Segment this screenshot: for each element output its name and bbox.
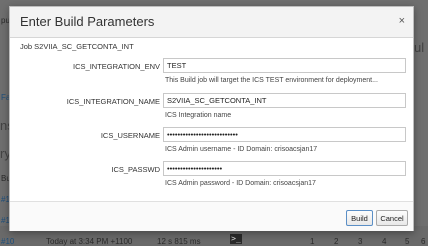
password-input[interactable]: ••••••••••••••••••••• bbox=[163, 161, 406, 176]
close-icon[interactable]: × bbox=[399, 15, 405, 27]
integration-env-hint: This Build job will target the ICS TEST … bbox=[165, 77, 378, 84]
background-build-row: #10 bbox=[1, 237, 15, 246]
cancel-button[interactable]: Cancel bbox=[376, 210, 408, 226]
axis-tick: 5 bbox=[405, 237, 410, 246]
job-name: Job S2VIIA_SC_GETCONTA_INT bbox=[20, 42, 134, 51]
password-hint: ICS Admin password - ID Domain: crisoacs… bbox=[165, 180, 316, 187]
terminal-icon: >_ bbox=[230, 234, 242, 244]
username-hint: ICS Admin username - ID Domain: crisoacs… bbox=[165, 146, 318, 153]
integration-env-input[interactable]: TEST bbox=[163, 58, 406, 73]
build-button[interactable]: Build bbox=[346, 210, 373, 226]
dialog-footer: Build Cancel bbox=[10, 201, 413, 231]
param-label-password: ICS_PASSWD bbox=[111, 165, 160, 174]
integration-name-hint: ICS Integration name bbox=[165, 112, 232, 119]
build-parameters-dialog: Enter Build Parameters × Job S2VIIA_SC_G… bbox=[9, 6, 414, 231]
dialog-title: Enter Build Parameters bbox=[20, 14, 155, 29]
background-build-time: Today at 3:34 PM +1100 bbox=[46, 237, 133, 246]
background-build-duration: 12 s 815 ms bbox=[157, 237, 201, 246]
dialog-header: Enter Build Parameters × bbox=[10, 7, 413, 38]
axis-tick: 4 bbox=[382, 237, 387, 246]
axis-tick: 1 bbox=[310, 237, 315, 246]
param-label-username: ICS_USERNAME bbox=[100, 131, 160, 140]
username-input[interactable]: ••••••••••••••••••••••••••• bbox=[163, 127, 406, 142]
axis-tick: 3 bbox=[358, 237, 363, 246]
axis-tick: 6 bbox=[421, 237, 426, 246]
param-label-integration-env: ICS_INTEGRATION_ENV bbox=[73, 62, 160, 71]
background-right-heading: ul bbox=[414, 40, 425, 55]
param-label-integration-name: ICS_INTEGRATION_NAME bbox=[66, 97, 160, 106]
integration-name-input[interactable]: S2VIIA_SC_GETCONTA_INT bbox=[163, 93, 406, 108]
axis-tick: 2 bbox=[334, 237, 339, 246]
